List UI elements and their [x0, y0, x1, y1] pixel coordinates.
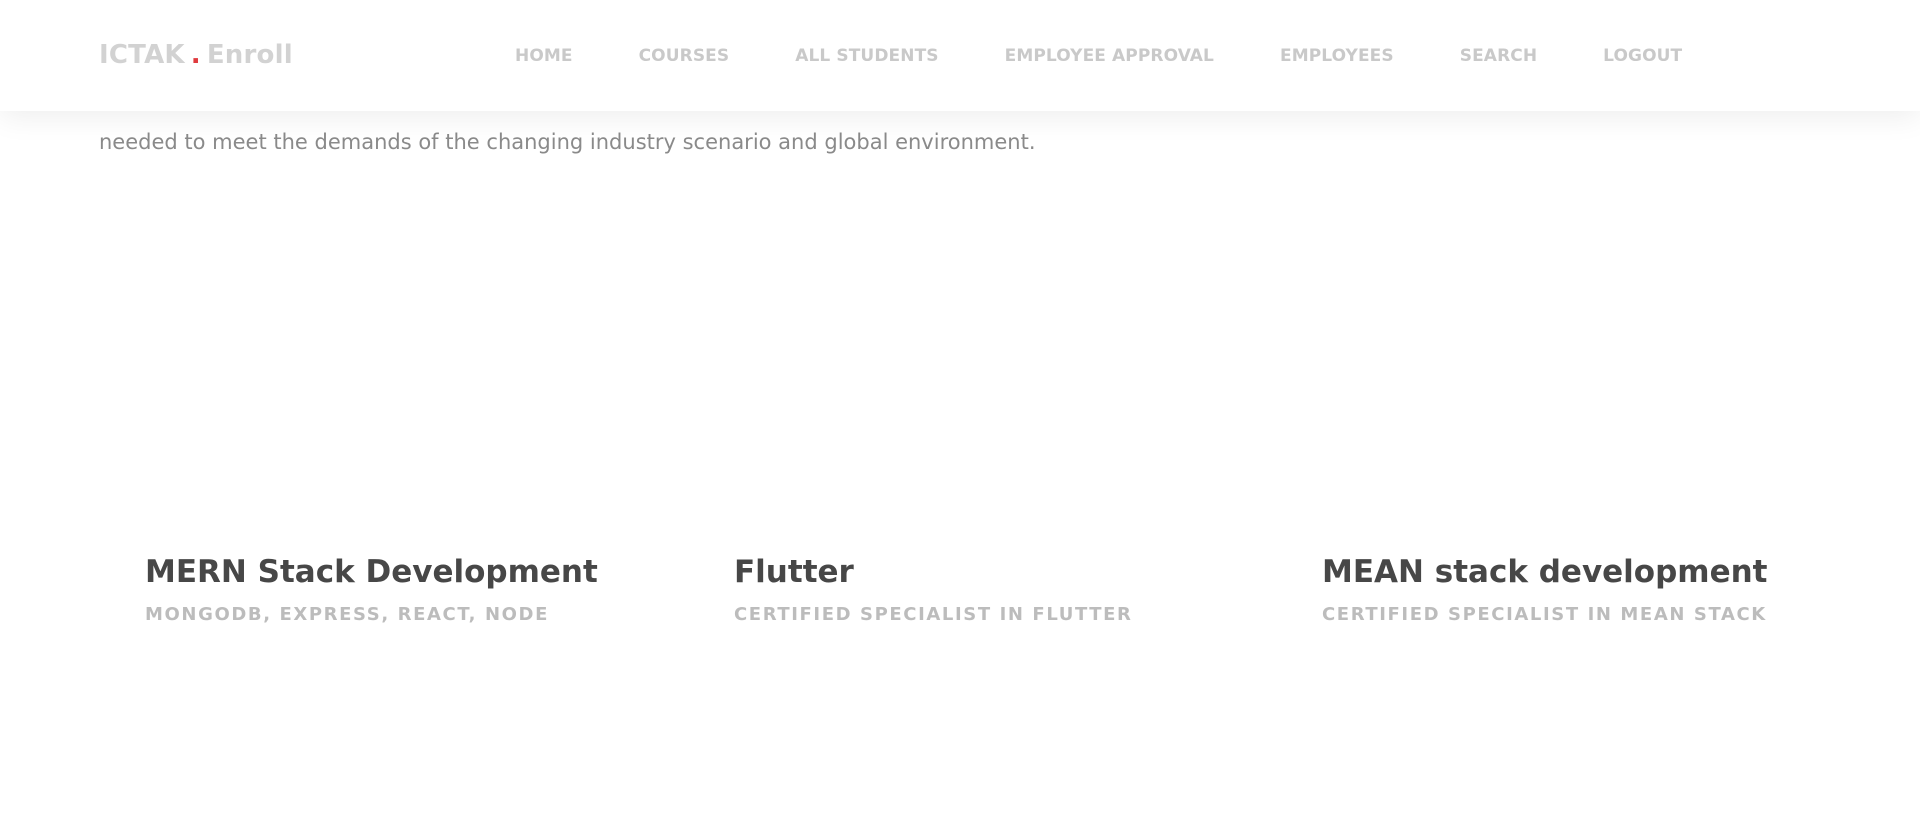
site-header: ICTAK. Enroll HOME COURSES ALL STUDENTS E… [0, 0, 1920, 111]
brand-dot: . [190, 40, 201, 70]
nav-logout[interactable]: LOGOUT [1603, 46, 1682, 66]
nav-home[interactable]: HOME [515, 46, 573, 66]
course-card[interactable]: MEAN stack development CERTIFIED SPECIAL… [1322, 548, 1882, 625]
intro-visible-line: needed to meet the demands of the changi… [99, 130, 1036, 154]
course-card[interactable]: MERN Stack Development MONGODB, EXPRESS,… [145, 548, 705, 625]
course-title: MEAN stack development [1322, 554, 1768, 590]
course-title: MERN Stack Development [145, 554, 598, 590]
course-title: Flutter [734, 554, 854, 590]
page: needed to meet the demands of the changi… [0, 0, 1920, 834]
brand-name-right: Enroll [206, 40, 293, 70]
nav-employees[interactable]: EMPLOYEES [1280, 46, 1394, 66]
nav-employee-approval[interactable]: EMPLOYEE APPROVAL [1005, 46, 1214, 66]
course-subtitle: MONGODB, EXPRESS, REACT, NODE [145, 604, 549, 625]
nav-search[interactable]: SEARCH [1460, 46, 1537, 66]
brand-logo[interactable]: ICTAK. Enroll [99, 40, 293, 70]
course-subtitle: CERTIFIED SPECIALIST IN MEAN STACK [1322, 604, 1767, 625]
main-nav: HOME COURSES ALL STUDENTS EMPLOYEE APPRO… [515, 0, 1682, 111]
nav-all-students[interactable]: ALL STUDENTS [795, 46, 938, 66]
course-card[interactable]: Flutter CERTIFIED SPECIALIST IN FLUTTER [734, 548, 1294, 625]
nav-courses[interactable]: COURSES [639, 46, 730, 66]
brand-name-left: ICTAK [99, 40, 185, 70]
course-subtitle: CERTIFIED SPECIALIST IN FLUTTER [734, 604, 1133, 625]
